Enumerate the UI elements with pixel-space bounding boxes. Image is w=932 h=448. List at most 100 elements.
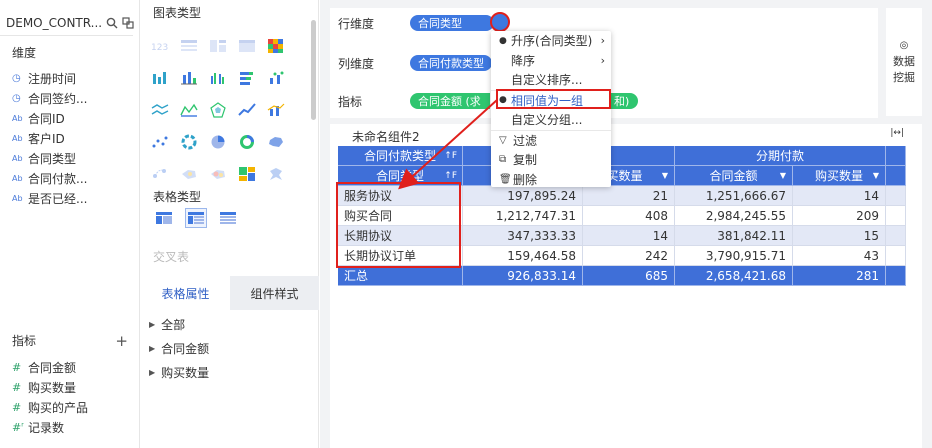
- search-icon[interactable]: [106, 16, 118, 30]
- heat-map-geo-icon[interactable]: [209, 166, 227, 182]
- dropdown-icon[interactable]: ▼: [780, 171, 786, 180]
- trend-line-icon[interactable]: [238, 102, 256, 118]
- treemap-icon[interactable]: [238, 166, 256, 182]
- indicator-list: # 合同金额 # 购买数量 # 购买的产品 #r 记录数: [12, 357, 88, 437]
- indicator-field[interactable]: # 购买的产品: [12, 397, 88, 417]
- cell-value: 242: [583, 246, 675, 266]
- group-table-icon[interactable]: [209, 38, 227, 54]
- total-value: 926,833.14: [463, 266, 583, 286]
- cell-value: 1,251,666.67: [675, 186, 793, 206]
- trash-icon: 🗑: [499, 173, 512, 185]
- menu-item-delete[interactable]: 🗑 删除: [491, 170, 611, 190]
- cell-value: 209: [793, 206, 886, 226]
- chart-type-title: 图表类型: [153, 6, 202, 20]
- cross-table-small-icon[interactable]: [238, 38, 256, 54]
- menu-item-custom-sort[interactable]: 自定义排序...: [491, 70, 611, 90]
- switch-datasource-icon[interactable]: [122, 16, 134, 30]
- flow-map-icon[interactable]: [151, 166, 169, 182]
- stacked-bar-icon[interactable]: [238, 70, 256, 86]
- cell-spacer: [886, 206, 906, 226]
- line-chart-icon[interactable]: [151, 102, 169, 118]
- grouped-column-icon[interactable]: [209, 70, 227, 86]
- datasource-header: DEMO_CONTR...: [0, 0, 134, 36]
- dimension-field[interactable]: Ab 合同付款...: [12, 168, 87, 188]
- menu-item-filter[interactable]: ▽ 过滤: [491, 131, 611, 151]
- detail-table-icon[interactable]: [180, 38, 198, 54]
- indicator-pill[interactable]: 合同金额 (求: [410, 93, 490, 109]
- row-pill-settings-handle[interactable]: [490, 12, 510, 32]
- cell-spacer: [886, 266, 906, 286]
- measure-header-quantity-2[interactable]: 购买数量 ▼: [793, 166, 886, 186]
- dimension-field[interactable]: Ab 合同ID: [12, 108, 87, 128]
- menu-item-custom-group[interactable]: 自定义分组...: [491, 110, 611, 130]
- group-table-option-icon[interactable]: [153, 208, 175, 228]
- calc-number-type-icon: #r: [12, 420, 24, 434]
- cell-value: 15: [793, 226, 886, 246]
- total-value: 2,658,421.68: [675, 266, 793, 286]
- tab-component-style[interactable]: 组件样式: [230, 276, 319, 310]
- radar-chart-icon[interactable]: [209, 102, 227, 118]
- menu-item-copy[interactable]: ⧉ 复制: [491, 150, 611, 170]
- word-cloud-icon[interactable]: [267, 166, 285, 182]
- dimension-field[interactable]: ◷ 合同签约...: [12, 88, 87, 108]
- left-field-panel: DEMO_CONTR... 维度 ◷ 注册时间 ◷ 合同签约... Ab 合同ID A…: [0, 0, 140, 448]
- menu-item-sort-asc[interactable]: ● 升序(合同类型) ›: [491, 31, 611, 51]
- expand-icon[interactable]: |↔|: [890, 128, 904, 138]
- datasource-name[interactable]: DEMO_CONTR...: [6, 16, 102, 30]
- indicator-field[interactable]: # 合同金额: [12, 357, 88, 377]
- property-item[interactable]: ▶ 购买数量: [149, 360, 209, 384]
- dimension-field[interactable]: Ab 合同类型: [12, 148, 87, 168]
- property-item[interactable]: ▶ 全部: [149, 312, 209, 336]
- measure-header-amount[interactable]: 合同金额 ▼: [675, 166, 793, 186]
- table-type-options: [153, 208, 239, 228]
- row-dimension-pill[interactable]: 合同类型: [410, 15, 494, 31]
- dimension-field[interactable]: Ab 客户ID: [12, 128, 87, 148]
- bar-chart-icon[interactable]: [151, 70, 169, 86]
- point-map-icon[interactable]: [180, 166, 198, 182]
- scatter-plot-icon[interactable]: [151, 134, 169, 150]
- highlight-box-menu-item: [496, 89, 611, 109]
- panel-scrollbar[interactable]: [311, 20, 316, 120]
- sort-icon[interactable]: ↑F: [444, 151, 457, 161]
- bubble-chart-icon[interactable]: [180, 134, 198, 150]
- cell-value: 408: [583, 206, 675, 226]
- data-mining-icon: ◎: [899, 40, 909, 51]
- cell-value: 3,790,915.71: [675, 246, 793, 266]
- area-chart-icon[interactable]: [180, 102, 198, 118]
- sort-icon[interactable]: ↑F: [444, 171, 457, 181]
- property-item[interactable]: ▶ 合同金额: [149, 336, 209, 360]
- dimension-list: ◷ 注册时间 ◷ 合同签约... Ab 合同ID Ab 客户ID Ab 合同类型 Ab 合同…: [12, 68, 87, 208]
- add-indicator-icon[interactable]: +: [115, 332, 128, 350]
- caret-right-icon: ▶: [149, 343, 156, 353]
- heatmap-icon[interactable]: [267, 38, 285, 54]
- indicator-field[interactable]: # 购买数量: [12, 377, 88, 397]
- cell-value: 2,984,245.55: [675, 206, 793, 226]
- dropdown-icon[interactable]: ▼: [873, 171, 879, 180]
- column-dimension-pill[interactable]: 合同付款类型: [410, 55, 492, 71]
- time-type-icon: ◷: [12, 92, 21, 104]
- row-dimension-label: 行维度: [338, 16, 375, 31]
- indicator-field[interactable]: #r 记录数: [12, 417, 88, 437]
- dimension-field[interactable]: Ab 是否已经...: [12, 188, 87, 208]
- cell-value: 197,895.24: [463, 186, 583, 206]
- dimension-field[interactable]: ◷ 注册时间: [12, 68, 87, 88]
- cross-table-option-icon[interactable]: [185, 208, 207, 228]
- tab-table-properties[interactable]: 表格属性: [141, 276, 230, 310]
- column-chart-icon[interactable]: [180, 70, 198, 86]
- cell-spacer: [886, 186, 906, 206]
- caret-right-icon: ▶: [149, 319, 156, 329]
- detail-table-option-icon[interactable]: [217, 208, 239, 228]
- cross-table-label: 交叉表: [153, 250, 190, 264]
- pie-chart-icon[interactable]: [209, 134, 227, 150]
- dropdown-icon[interactable]: ▼: [662, 171, 668, 180]
- scatter-column-icon[interactable]: [267, 70, 285, 86]
- map-chart-icon[interactable]: [267, 134, 285, 150]
- column-header-payment-type[interactable]: 合同付款类型 ↑F: [338, 146, 463, 166]
- donut-chart-icon[interactable]: [238, 134, 256, 150]
- data-mining-button[interactable]: ◎ 数据 挖掘: [886, 8, 922, 116]
- widget-title[interactable]: 未命名组件2: [352, 128, 420, 145]
- menu-item-sort-desc[interactable]: 降序 ›: [491, 51, 611, 71]
- kpi-chart-icon[interactable]: 123: [151, 38, 169, 54]
- text-type-icon: Ab: [12, 113, 23, 123]
- combo-chart-icon[interactable]: [267, 102, 285, 118]
